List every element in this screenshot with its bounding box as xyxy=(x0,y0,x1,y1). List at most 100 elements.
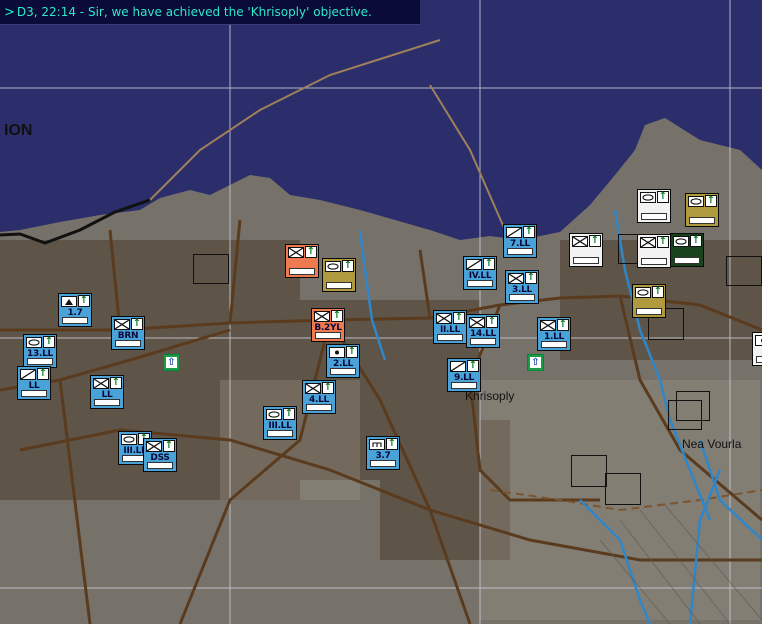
unit-strength-bar xyxy=(306,404,332,411)
objective-marker[interactable] xyxy=(676,391,710,421)
message-arrow-icon: > xyxy=(4,4,15,20)
armor-symbol-icon xyxy=(325,261,341,272)
unit-strength-bar xyxy=(507,248,533,255)
engineer-symbol-icon xyxy=(369,439,385,450)
unit-strength-bar xyxy=(641,213,667,220)
unit-counter[interactable]: ↑ xyxy=(637,234,671,268)
recon-symbol-icon xyxy=(20,369,36,380)
armor-symbol-icon xyxy=(635,287,651,298)
infantry-symbol-icon xyxy=(540,320,556,331)
unit-counter[interactable]: ↑ xyxy=(632,284,666,318)
move-order-icon: ↑ xyxy=(705,195,717,207)
move-order-icon: ↑ xyxy=(525,272,537,284)
move-order-icon: ↑ xyxy=(43,336,55,348)
objective-marker[interactable] xyxy=(726,256,762,286)
unit-counter[interactable]: ↑ II.LL xyxy=(433,310,467,344)
move-order-icon: ↑ xyxy=(110,377,122,389)
unit-strength-bar xyxy=(115,340,141,347)
unit-counter[interactable]: ↑ 4.LL xyxy=(302,380,336,414)
unit-strength-bar xyxy=(509,294,535,301)
move-order-icon: ↑ xyxy=(483,258,495,270)
unit-counter[interactable]: ↑ BRN xyxy=(111,316,145,350)
mountain-symbol-icon xyxy=(61,296,77,307)
region-label: ION xyxy=(4,122,33,139)
armor-symbol-icon xyxy=(266,409,282,420)
unit-counter[interactable]: ↑ 3.7 xyxy=(366,436,400,470)
move-order-icon: ↑ xyxy=(523,226,535,238)
unit-counter[interactable]: ↑ 3.LL xyxy=(505,270,539,304)
unit-counter[interactable]: ↑ 13.LL xyxy=(23,334,57,368)
move-order-icon: ↑ xyxy=(652,286,664,298)
unit-counter[interactable]: ↑ xyxy=(322,258,356,292)
move-order-icon: ↑ xyxy=(346,346,358,358)
hq-marker[interactable]: ⇧ xyxy=(163,354,180,371)
objective-marker[interactable] xyxy=(605,473,641,505)
infantry-symbol-icon xyxy=(146,441,162,452)
move-order-icon: ↑ xyxy=(342,260,354,272)
infantry-symbol-icon xyxy=(305,383,321,394)
recon-symbol-icon xyxy=(506,227,522,238)
armor-symbol-icon xyxy=(688,196,704,207)
unit-counter[interactable]: ↑ 14.LL xyxy=(466,314,500,348)
unit-counter[interactable]: ↑ xyxy=(569,233,603,267)
hq-arrow-icon: ⇧ xyxy=(166,357,177,368)
unit-counter[interactable]: ↑ 9.LL xyxy=(447,358,481,392)
unit-counter[interactable]: ↑ xyxy=(637,189,671,223)
unit-strength-bar xyxy=(370,460,396,467)
unit-counter[interactable]: ↑ 1.LL xyxy=(537,317,571,351)
unit-strength-bar xyxy=(636,308,662,315)
objective-marker[interactable] xyxy=(571,455,607,487)
unit-counter[interactable]: ↑ 2.LL xyxy=(326,344,360,378)
infantry-symbol-icon xyxy=(436,313,452,324)
unit-strength-bar xyxy=(289,268,315,275)
unit-strength-bar xyxy=(573,257,599,264)
infantry-symbol-icon xyxy=(640,237,656,248)
unit-strength-bar xyxy=(756,356,762,363)
armor-symbol-icon xyxy=(121,434,137,445)
infantry-symbol-icon xyxy=(572,236,588,247)
unit-strength-bar xyxy=(470,338,496,345)
infantry-symbol-icon xyxy=(288,247,304,258)
move-order-icon: ↑ xyxy=(690,235,702,247)
unit-counter[interactable]: ↑ LL xyxy=(90,375,124,409)
armor-symbol-icon xyxy=(673,236,689,247)
hq-marker[interactable]: ⇧ xyxy=(527,354,544,371)
infantry-symbol-icon xyxy=(314,311,330,322)
unit-strength-bar xyxy=(674,257,700,264)
move-order-icon: ↑ xyxy=(131,318,143,330)
move-order-icon: ↑ xyxy=(386,438,398,450)
unit-counter[interactable]: ↑ 1.7 xyxy=(58,293,92,327)
status-message-bar: > D3, 22:14 - Sir, we have achieved the … xyxy=(0,0,420,25)
unit-strength-bar xyxy=(689,217,715,224)
move-order-icon: ↑ xyxy=(486,316,498,328)
unit-counter[interactable]: ↑ xyxy=(285,244,319,278)
unit-strength-bar xyxy=(541,341,567,348)
move-order-icon: ↑ xyxy=(453,312,465,324)
move-order-icon: ↑ xyxy=(557,319,569,331)
recon-symbol-icon xyxy=(450,361,466,372)
unit-counter[interactable]: ↑III.LL xyxy=(263,406,297,440)
infantry-symbol-icon xyxy=(93,378,109,389)
unit-counter[interactable]: ↑ B.2YL xyxy=(311,308,345,342)
infantry-symbol-icon xyxy=(508,273,524,284)
unit-strength-bar xyxy=(267,430,293,437)
unit-strength-bar xyxy=(641,258,667,265)
unit-strength-bar xyxy=(21,390,47,397)
unit-counter[interactable]: ↑ IV.LL xyxy=(463,256,497,290)
unit-counter[interactable]: ↑ xyxy=(752,332,762,366)
objective-marker[interactable] xyxy=(193,254,229,284)
unit-counter[interactable]: ↑ LL xyxy=(17,366,51,400)
unit-strength-bar xyxy=(467,280,493,287)
game-map[interactable]: ION Khrisoply Nea Vourla ⇧ ⇧ ↑ 7.LL ↑ IV.LL… xyxy=(0,0,762,624)
infantry-symbol-icon xyxy=(469,317,485,328)
unit-counter[interactable]: ↑ xyxy=(685,193,719,227)
unit-counter[interactable]: ↑ xyxy=(670,233,704,267)
move-order-icon: ↑ xyxy=(657,191,669,203)
armor-symbol-icon xyxy=(640,192,656,203)
unit-counter[interactable]: ↑ 7.LL xyxy=(503,224,537,258)
unit-strength-bar xyxy=(27,358,53,365)
move-order-icon: ↑ xyxy=(657,236,669,248)
unit-counter[interactable]: ↑ DSS xyxy=(143,438,177,472)
unit-strength-bar xyxy=(451,382,477,389)
artillery-symbol-icon xyxy=(755,335,762,346)
